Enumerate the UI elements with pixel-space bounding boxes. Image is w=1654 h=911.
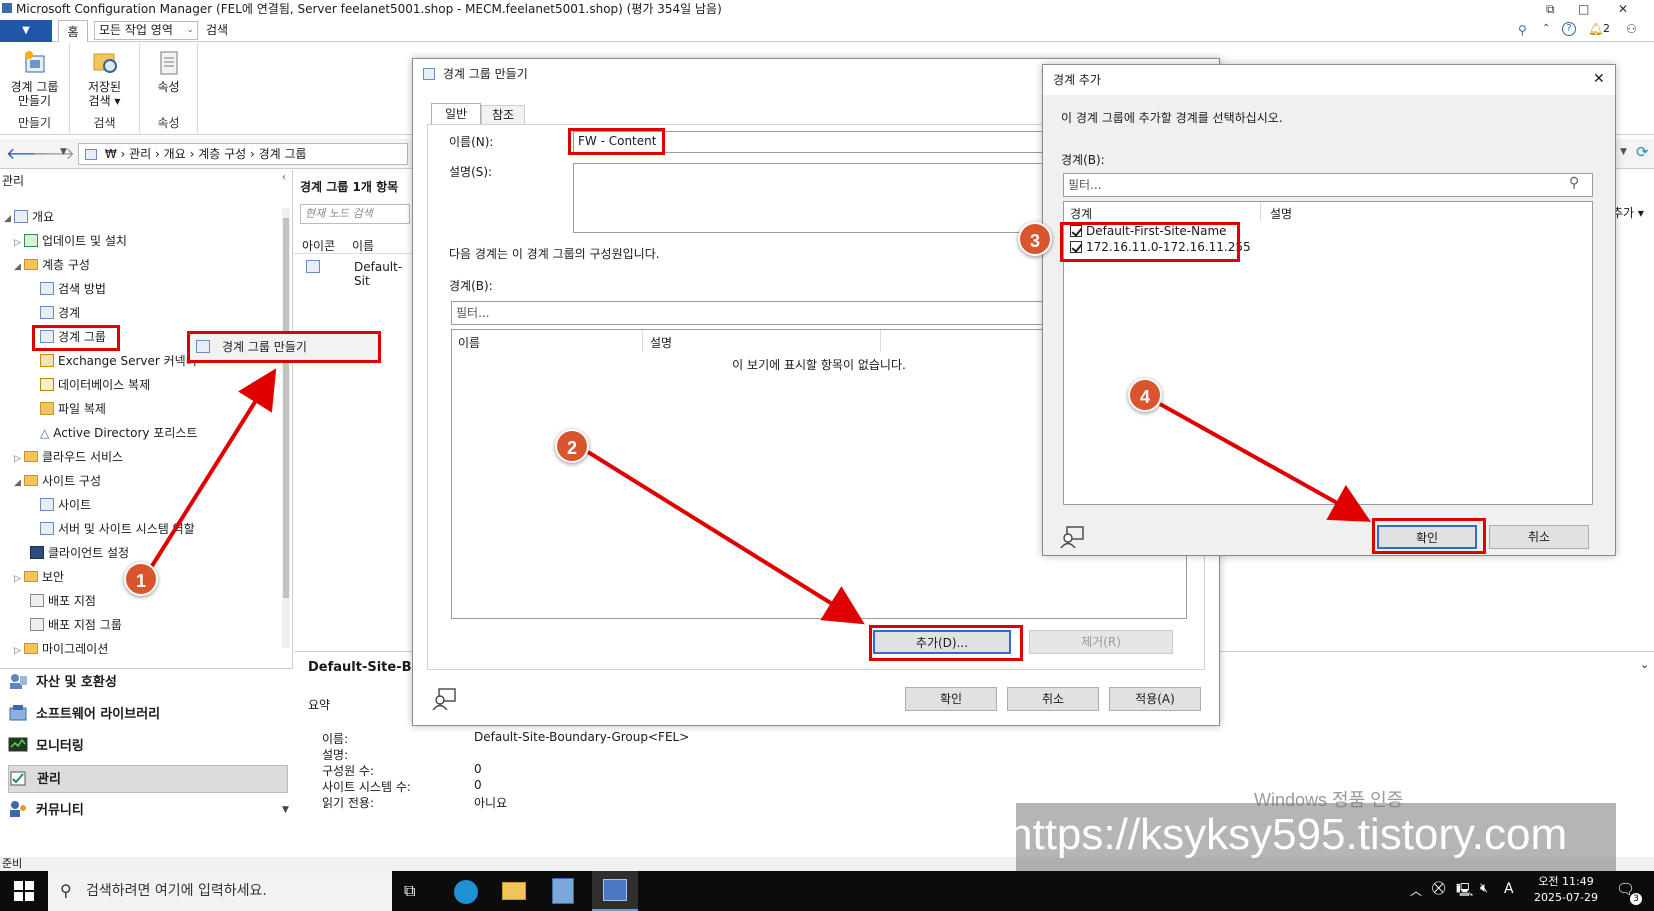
step-badge: 4 xyxy=(1128,378,1162,412)
step-badge: 3 xyxy=(1018,222,1052,256)
arrow-4 xyxy=(1159,402,1371,522)
annotation-arrows xyxy=(150,368,1371,625)
step-badge: 1 xyxy=(124,562,158,596)
watermark-text: https://ksyksy595.tistory.com xyxy=(1008,810,1568,859)
step-badge: 2 xyxy=(555,429,589,463)
arrow-1 xyxy=(150,368,277,568)
arrow-2 xyxy=(586,450,865,625)
